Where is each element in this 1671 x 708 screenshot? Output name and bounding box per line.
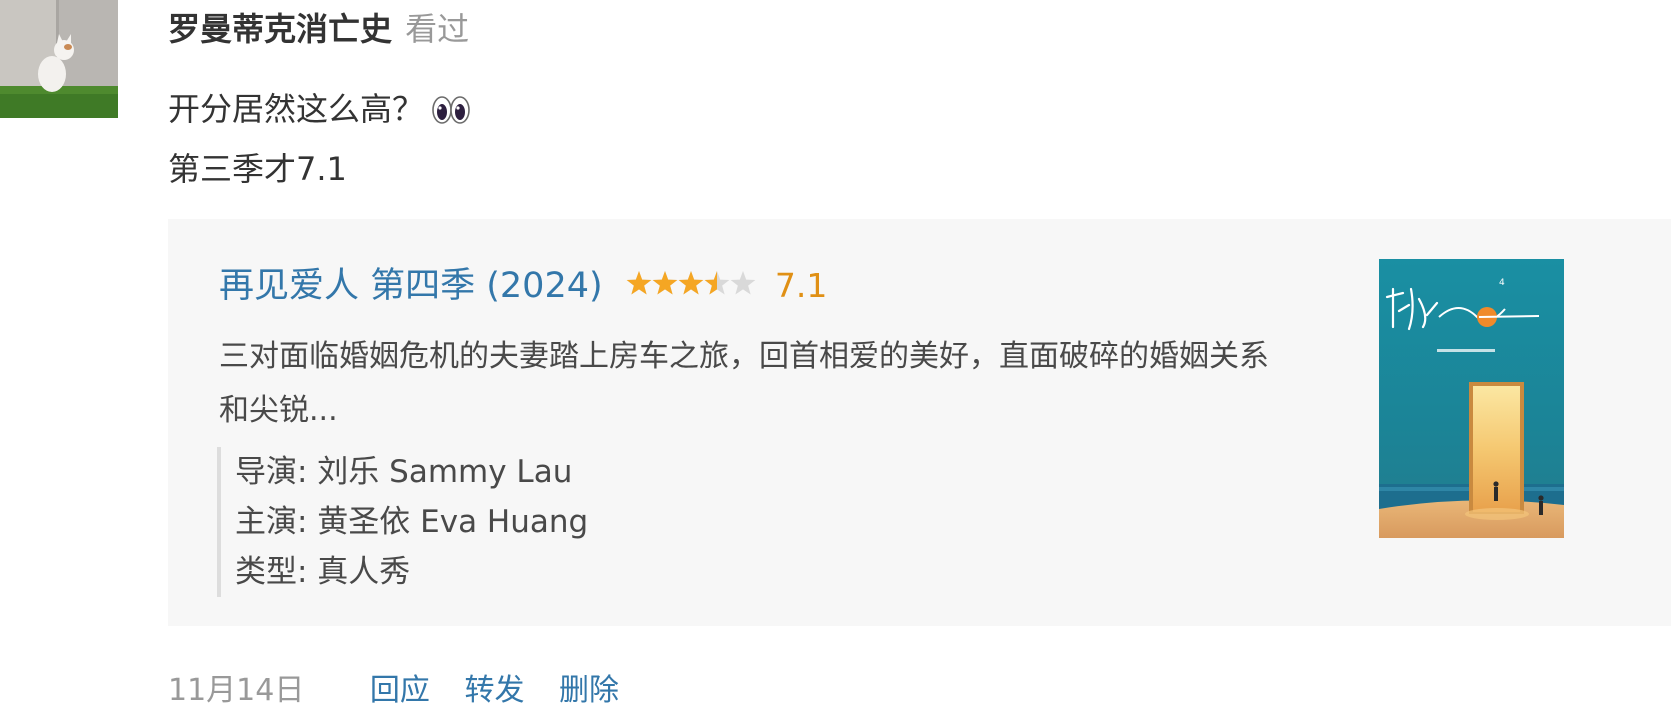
status-item: 罗曼蒂克消亡史 看过 开分居然这么高？ 第三季才7.1 再见爱人 第四季 (20…: [0, 0, 1671, 708]
status-text-line-1: 开分居然这么高？: [168, 82, 470, 142]
card-title-line: 再见爱人 第四季 (2024) 7.1: [219, 261, 827, 311]
subject-description: 三对面临婚姻危机的夫妻踏上房车之旅，回首相爱的美好，直面破碎的婚姻关系和尖锐..…: [219, 339, 1269, 428]
status-footer: 11月14日 回应 转发 删除: [168, 666, 644, 708]
status-date[interactable]: 11月14日: [168, 673, 304, 708]
status-text-line-1-text: 开分居然这么高？: [168, 90, 425, 128]
star-empty-icon: [730, 271, 756, 295]
rating-stars: [626, 268, 756, 320]
delete-link[interactable]: 删除: [559, 673, 619, 708]
status-header: 罗曼蒂克消亡史 看过: [168, 4, 469, 54]
svg-text:4: 4: [1499, 278, 1505, 288]
rating-stars-graphic: [626, 271, 756, 295]
avatar-image: [0, 0, 118, 118]
avatar[interactable]: [0, 0, 118, 118]
reply-link[interactable]: 回应: [370, 673, 430, 708]
meta-cast: 主演: 黄圣依 Eva Huang: [235, 504, 589, 540]
meta-genre: 类型: 真人秀: [235, 554, 411, 590]
action-verb: 看过: [405, 10, 470, 48]
subject-title-link[interactable]: 再见爱人 第四季 (2024): [219, 266, 603, 306]
star-filled-icon: [652, 271, 678, 295]
poster-image: 4: [1379, 259, 1564, 538]
star-filled-icon: [626, 271, 652, 295]
status-text-line-2: 第三季才7.1: [168, 150, 347, 188]
status-text: 开分居然这么高？ 第三季才7.1: [168, 82, 470, 196]
rating-value: 7.1: [774, 266, 828, 305]
subject-card[interactable]: 再见爱人 第四季 (2024) 7.1 三对面临婚姻危机的夫妻踏上房车之旅，回首…: [168, 219, 1671, 626]
meta-director: 导演: 刘乐 Sammy Lau: [235, 454, 573, 490]
reshare-link[interactable]: 转发: [464, 673, 524, 708]
author-name[interactable]: 罗曼蒂克消亡史: [168, 10, 392, 48]
star-filled-icon: [678, 271, 704, 295]
subject-meta: 导演: 刘乐 Sammy Lau 主演: 黄圣依 Eva Huang 类型: 真…: [217, 447, 588, 597]
subject-poster[interactable]: 4: [1379, 259, 1564, 538]
eyes-emoji-icon: [432, 88, 470, 142]
